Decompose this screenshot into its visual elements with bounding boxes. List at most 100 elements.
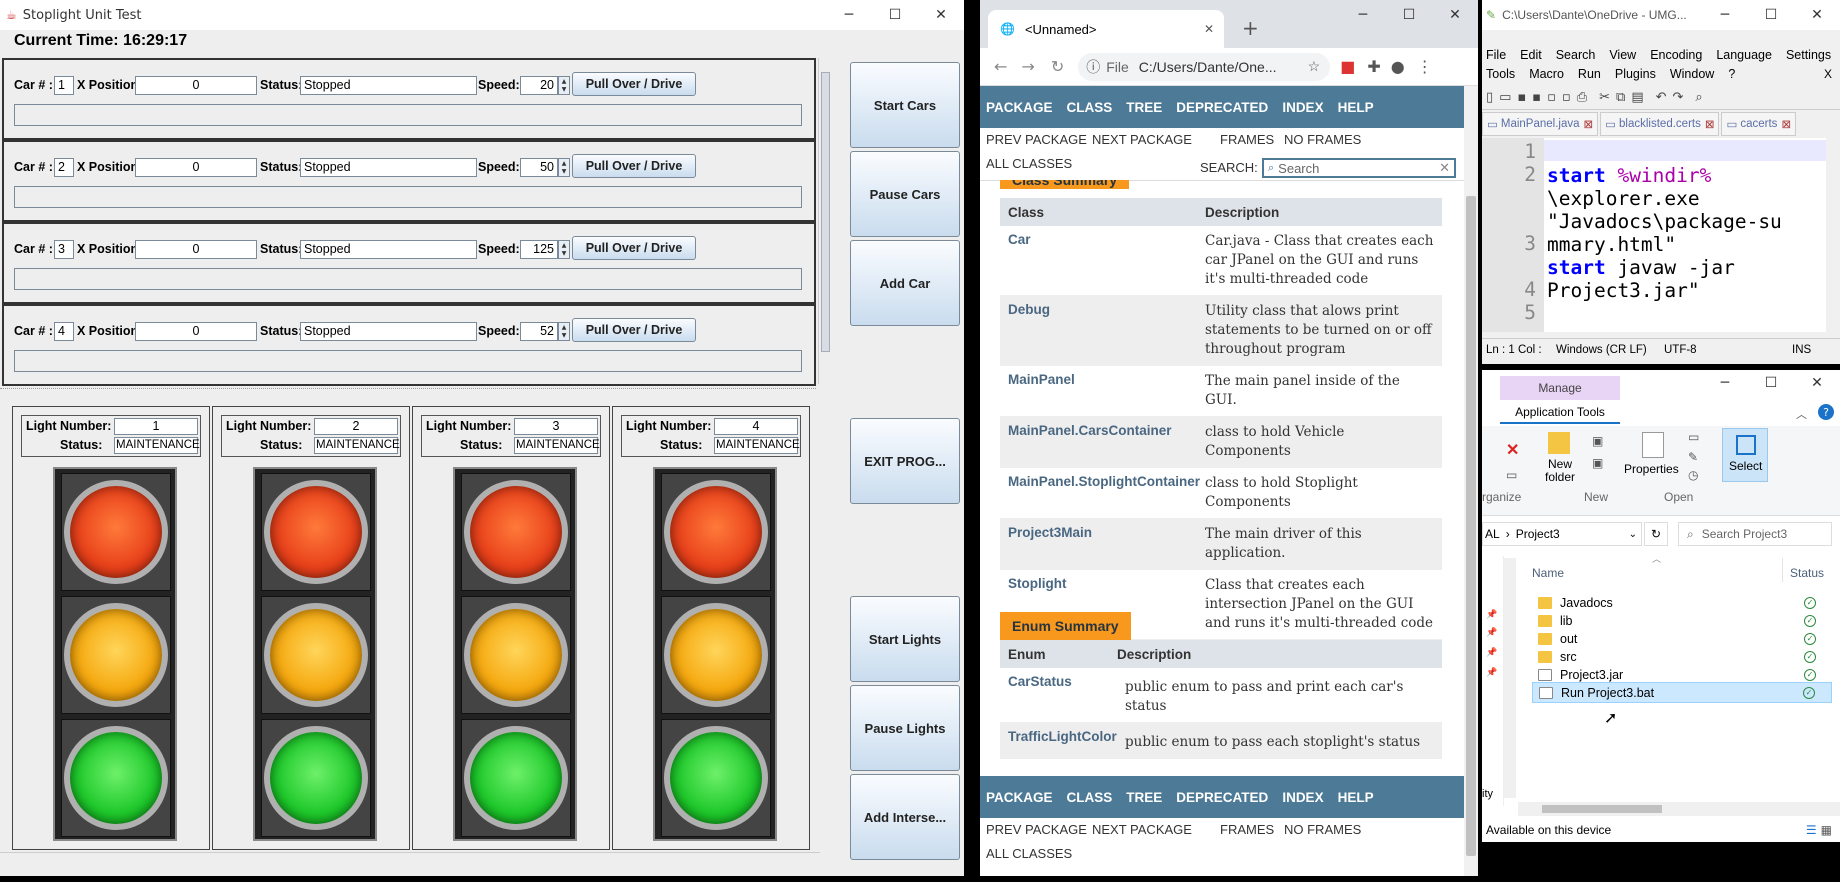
save-all-icon[interactable]: ▪ — [1532, 90, 1541, 105]
minimize-icon[interactable]: ─ — [1702, 370, 1748, 396]
extension-icon[interactable]: ■ — [1340, 57, 1355, 76]
spin-up-icon[interactable]: ▲ — [562, 324, 567, 331]
maximize-icon[interactable]: ☐ — [1748, 370, 1794, 396]
close-icon[interactable]: ✕ — [1794, 370, 1840, 396]
reload-icon[interactable]: ↻ — [1051, 57, 1064, 76]
spin-up-icon[interactable]: ▲ — [562, 242, 567, 249]
menu-macro[interactable]: Macro — [1529, 67, 1564, 81]
menu-search[interactable]: Search — [1556, 48, 1596, 62]
light-number-field[interactable]: 4 — [714, 418, 798, 435]
properties-icon[interactable] — [1642, 432, 1664, 458]
class-link[interactable]: Car — [1000, 226, 1197, 295]
large-icons-view-icon[interactable]: ▦ — [1821, 823, 1832, 837]
search-input[interactable]: ⌕ Search ✕ — [1262, 158, 1456, 178]
nav-class[interactable]: CLASS — [1067, 100, 1113, 115]
close-icon[interactable]: ✕ — [918, 0, 964, 30]
explorer-search-input[interactable]: ⌕ Search Project3 — [1678, 522, 1832, 546]
nav-scrollbar[interactable] — [1504, 558, 1516, 798]
forward-icon[interactable]: → — [1021, 57, 1034, 76]
next-package-link[interactable]: NEXT PACKAGE — [1092, 822, 1192, 837]
speed-spinner[interactable]: ▲ ▼ — [558, 158, 570, 177]
pull-over-drive-button[interactable]: Pull Over / Drive — [572, 154, 696, 178]
prev-package-link[interactable]: PREV PACKAGE — [986, 132, 1087, 147]
nav-deprecated[interactable]: DEPRECATED — [1176, 100, 1268, 115]
speed-spinner[interactable]: ▲ ▼ — [558, 322, 570, 341]
car-number-field[interactable]: 2 — [54, 158, 74, 177]
menu-edit[interactable]: Edit — [1520, 48, 1542, 62]
speed-field[interactable]: 125 — [520, 240, 558, 259]
close-icon[interactable]: ✕ — [1432, 0, 1478, 30]
easy-access-icon[interactable]: ▣ — [1592, 456, 1603, 470]
browser-tab[interactable]: 🌐 <Unnamed> ✕ — [988, 10, 1224, 48]
scrollbar-thumb[interactable] — [1542, 805, 1662, 813]
menu-plugins[interactable]: Plugins — [1615, 67, 1656, 81]
notepad-tab[interactable]: ▭ blacklisted.certs ⊠ — [1600, 112, 1720, 136]
light-status-field[interactable]: MAINTENANCE — [314, 437, 400, 454]
new-file-icon[interactable]: ▯ — [1486, 90, 1493, 105]
prev-package-link[interactable]: PREV PACKAGE — [986, 822, 1087, 837]
pull-over-drive-button[interactable]: Pull Over / Drive — [572, 72, 696, 96]
side-button-add-car[interactable]: Add Car — [850, 240, 960, 326]
status-field[interactable]: Stopped — [300, 76, 477, 95]
speed-spinner[interactable]: ▲ ▼ — [558, 76, 570, 95]
class-link[interactable]: MainPanel.StoplightContainer — [1000, 468, 1200, 518]
application-tools-tab[interactable]: Application Tools — [1500, 402, 1620, 424]
minimize-icon[interactable]: ─ — [826, 0, 872, 30]
copy-icon[interactable]: ⧉ — [1616, 90, 1625, 105]
status-field[interactable]: Stopped — [300, 322, 477, 341]
breadcrumb[interactable]: AL › Project3 ⌄ — [1482, 522, 1642, 546]
frames-link[interactable]: FRAMES — [1220, 822, 1274, 837]
x-position-field[interactable]: 0 — [135, 76, 257, 95]
notepad-tab[interactable]: ▭ MainPanel.java ⊠ — [1482, 112, 1599, 136]
nav-help[interactable]: HELP — [1338, 790, 1374, 805]
close-all-icon[interactable]: ▫ — [1562, 90, 1571, 105]
new-folder-icon[interactable] — [1548, 432, 1570, 454]
class-link[interactable]: Debug — [1000, 296, 1197, 365]
cars-scrollbar[interactable] — [818, 58, 832, 384]
open-file-icon[interactable]: ▭ — [1499, 90, 1511, 105]
light-status-field[interactable]: MAINTENANCE — [714, 437, 800, 454]
editor-scrollbar[interactable] — [1826, 138, 1840, 332]
details-view-icon[interactable]: ☰ — [1806, 823, 1817, 837]
navigation-pane[interactable]: 📌 📌 📌 📌 ity — [1482, 556, 1504, 806]
speed-spinner[interactable]: ▲ ▼ — [558, 240, 570, 259]
close-icon[interactable]: ✕ — [1794, 0, 1840, 30]
enum-link[interactable]: TrafficLightColor — [1000, 723, 1117, 758]
help-icon[interactable]: ? — [1818, 404, 1834, 420]
nav-tree[interactable]: TREE — [1126, 790, 1162, 805]
spin-down-icon[interactable]: ▼ — [562, 168, 567, 175]
tab-close-icon[interactable]: ⊠ — [1705, 117, 1715, 131]
undo-icon[interactable]: ↶ — [1656, 90, 1667, 105]
spin-up-icon[interactable]: ▲ — [562, 160, 567, 167]
light-status-field[interactable]: MAINTENANCE — [114, 437, 200, 454]
menu-view[interactable]: View — [1609, 48, 1636, 62]
class-link[interactable]: Project3Main — [1000, 519, 1197, 569]
edit-icon[interactable]: ✎ — [1688, 450, 1698, 464]
side-button-start-lights[interactable]: Start Lights — [850, 596, 960, 682]
history-icon[interactable]: ◷ — [1688, 468, 1698, 482]
paste-icon[interactable]: ▤ — [1631, 90, 1643, 105]
column-name[interactable]: Name — [1532, 566, 1564, 580]
light-number-field[interactable]: 1 — [114, 418, 198, 435]
maximize-icon[interactable]: ☐ — [1386, 0, 1432, 30]
properties-button[interactable]: Properties — [1624, 462, 1679, 476]
menu-run[interactable]: Run — [1578, 67, 1601, 81]
status-field[interactable]: Stopped — [300, 240, 477, 259]
no-frames-link[interactable]: NO FRAMES — [1284, 822, 1361, 837]
class-link[interactable]: MainPanel.CarsContainer — [1000, 417, 1197, 467]
side-button-exit-prog[interactable]: EXIT PROG... — [850, 418, 960, 504]
menu-encoding[interactable]: Encoding — [1650, 48, 1702, 62]
car-number-field[interactable]: 3 — [54, 240, 74, 259]
maximize-icon[interactable]: ☐ — [872, 0, 918, 30]
menu-help[interactable]: ? — [1728, 67, 1735, 81]
nav-tree[interactable]: TREE — [1126, 100, 1162, 115]
all-classes-link[interactable]: ALL CLASSES — [986, 156, 1072, 171]
profile-icon[interactable]: ● — [1391, 57, 1405, 76]
find-icon[interactable]: ⌕ — [1695, 90, 1702, 105]
nav-class[interactable]: CLASS — [1067, 790, 1113, 805]
nav-deprecated[interactable]: DEPRECATED — [1176, 790, 1268, 805]
side-button-add-interse[interactable]: Add Interse... — [850, 774, 960, 860]
side-button-pause-cars[interactable]: Pause Cars — [850, 151, 960, 237]
delete-icon[interactable]: ✕ — [1506, 440, 1519, 460]
enum-link[interactable]: CarStatus — [1000, 668, 1117, 722]
